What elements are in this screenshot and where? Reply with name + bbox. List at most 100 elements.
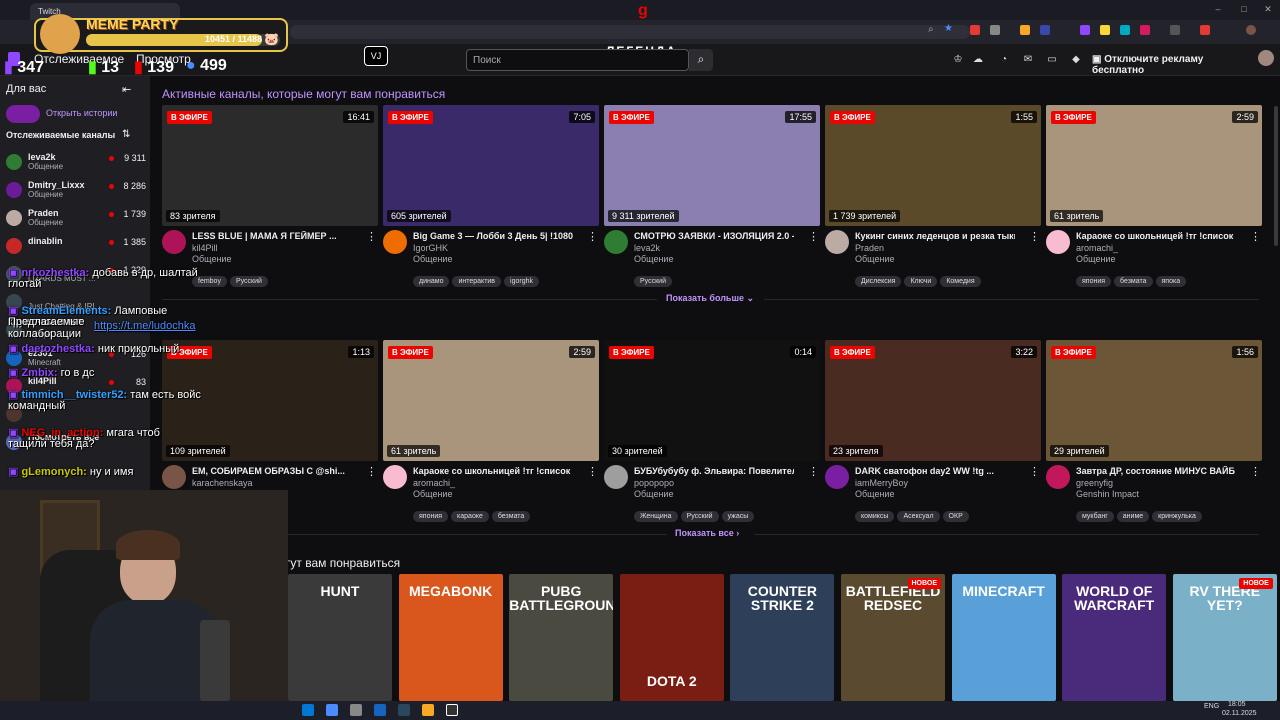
show-more-button[interactable]: Показать больше ⌄ [666, 293, 754, 304]
stream-card[interactable]: В ЭФИРЕ 1:56 29 зрителей Завтра ДР, состоян… [1046, 340, 1262, 525]
crown-icon[interactable]: ♔ [952, 54, 964, 66]
kebab-menu-icon[interactable]: ⋮ [587, 230, 598, 243]
channel-name[interactable]: kil4Pill [192, 243, 218, 253]
sidebar-channel[interactable]: dinablin 1 385 [6, 236, 146, 262]
channel-name[interactable]: leva2k [634, 243, 660, 253]
stream-thumbnail[interactable]: В ЭФИРЕ 0:14 30 зрителей [604, 340, 820, 461]
kebab-menu-icon[interactable]: ⋮ [808, 465, 819, 478]
stream-card[interactable]: В ЭФИРЕ 2:59 61 зритель Караоке со школьниц… [1046, 105, 1262, 290]
close-icon[interactable]: ✕ [1262, 4, 1274, 16]
stream-tag[interactable]: Комедия [940, 276, 981, 287]
taskbar-app-icon[interactable] [350, 704, 362, 716]
kebab-menu-icon[interactable]: ⋮ [366, 465, 377, 478]
channel-avatar[interactable] [383, 465, 407, 489]
stream-title[interactable]: Караоке со школьницей !тг !список [413, 466, 573, 476]
taskbar-app-icon[interactable] [446, 704, 458, 716]
category-card[interactable]: WORLD OF WARCRAFT [1062, 574, 1167, 701]
stream-thumbnail[interactable]: В ЭФИРЕ 7:05 605 зрителей [383, 105, 599, 226]
channel-name[interactable]: IgorGHK [413, 243, 448, 253]
search-input[interactable]: Поиск [466, 49, 689, 71]
chat-username[interactable]: gLemonych: [21, 466, 86, 478]
stream-card[interactable]: В ЭФИРЕ 16:41 83 зрителя LESS BLUE | МАМА Я… [162, 105, 378, 290]
extension-icon[interactable] [1120, 25, 1130, 35]
stream-card[interactable]: В ЭФИРЕ 2:59 61 зритель Караоке со школьниц… [383, 340, 599, 525]
channel-avatar[interactable] [825, 465, 849, 489]
stream-tag[interactable]: Русский [229, 276, 268, 287]
stream-card[interactable]: В ЭФИРЕ 17:55 9 311 зрителей СМОТРЮ ЗАЯВКИ … [604, 105, 820, 290]
whispers-icon[interactable]: ▭ [1046, 54, 1058, 66]
channel-avatar[interactable] [604, 465, 628, 489]
stream-tag[interactable]: безмата [1114, 276, 1153, 287]
stream-title[interactable]: ЕМ, СОБИРАЕМ ОБРАЗЫ С @shi... [192, 466, 352, 476]
stream-category[interactable]: Общение [634, 254, 673, 264]
stream-card[interactable]: В ЭФИРЕ 7:05 605 зрителей Big Game 3 — Лобб… [383, 105, 599, 290]
taskbar-app-icon[interactable] [422, 704, 434, 716]
sidebar-channel[interactable]: Praden Общение 1 739 [6, 208, 146, 234]
stream-category[interactable]: Общение [855, 254, 894, 264]
start-icon[interactable] [302, 704, 314, 716]
kebab-menu-icon[interactable]: ⋮ [1250, 230, 1261, 243]
category-card[interactable]: PUBG BATTLEGROUNDS [509, 574, 614, 701]
stream-tag[interactable]: комиксы [855, 511, 895, 522]
remove-ads-button[interactable]: ▣ Отключите рекламу бесплатно [1092, 51, 1252, 76]
channel-avatar[interactable] [162, 230, 186, 254]
stream-title[interactable]: БУБУбубубу ф. Эльвира: Повелитель... [634, 466, 794, 476]
extension-icon[interactable] [990, 25, 1000, 35]
stream-tag[interactable]: мукбанг [1076, 511, 1114, 522]
channel-name[interactable]: aromachi_ [1076, 243, 1118, 253]
stream-title[interactable]: Big Game 3 — Лобби 3 День 5| !1080 !... [413, 231, 573, 241]
show-all-button[interactable]: Показать все › [675, 528, 739, 538]
taskbar-app-icon[interactable] [374, 704, 386, 716]
stream-title[interactable]: Завтра ДР, состояние МИНУС ВАЙБ [1076, 466, 1236, 476]
stream-title[interactable]: Кукинг синих леденцов и резка тыкв... [855, 231, 1015, 241]
channel-avatar[interactable] [383, 230, 407, 254]
stream-title[interactable]: LESS BLUE | МАМА Я ГЕЙМЕР ... [192, 231, 352, 241]
stream-tag[interactable]: Дислексия [855, 276, 902, 287]
taskbar-app-icon[interactable] [398, 704, 410, 716]
channel-avatar[interactable] [604, 230, 628, 254]
stream-category[interactable]: Общение [634, 489, 673, 499]
extension-icon[interactable] [1020, 25, 1030, 35]
stream-thumbnail[interactable]: В ЭФИРЕ 17:55 9 311 зрителей [604, 105, 820, 226]
channel-name[interactable]: aromachi_ [413, 478, 455, 488]
search-icon[interactable]: ⌕ [689, 49, 713, 71]
page-scrollbar[interactable] [1274, 106, 1278, 246]
stream-card[interactable]: В ЭФИРЕ 3:22 23 зрителя DARK сватофон day2 … [825, 340, 1041, 525]
stream-category[interactable]: Общение [192, 254, 231, 264]
stream-tag[interactable]: Женщина [634, 511, 678, 522]
extension-icon[interactable] [1140, 25, 1150, 35]
stream-tag[interactable]: Ключи [904, 276, 938, 287]
bookmark-star-icon[interactable]: ★ [944, 23, 953, 34]
stream-tag[interactable]: япония [413, 511, 449, 522]
stream-category[interactable]: Общение [413, 254, 452, 264]
stream-category[interactable]: Общение [855, 489, 894, 499]
channel-name[interactable]: karachenskaya [192, 478, 253, 488]
category-card[interactable]: MINECRAFT [951, 574, 1056, 701]
stream-tag[interactable]: ужасы [721, 511, 755, 522]
chat-link[interactable]: https://t.me/ludochka [94, 320, 196, 332]
chat-username[interactable]: daetozhestka: [21, 343, 94, 355]
stream-thumbnail[interactable]: В ЭФИРЕ 1:56 29 зрителей [1046, 340, 1262, 461]
collapse-sidebar-icon[interactable]: ⇤ [122, 83, 131, 96]
stream-tag[interactable]: igorghk [504, 276, 539, 287]
stream-tag[interactable]: интерактив [452, 276, 502, 287]
kebab-menu-icon[interactable]: ⋮ [1029, 465, 1040, 478]
stream-tag[interactable]: япока [1155, 276, 1187, 287]
stream-thumbnail[interactable]: В ЭФИРЕ 3:22 23 зрителя [825, 340, 1041, 461]
stream-category[interactable]: Общение [413, 489, 452, 499]
stream-tag[interactable]: Асексуал [897, 511, 940, 522]
kebab-menu-icon[interactable]: ⋮ [1250, 465, 1261, 478]
stream-thumbnail[interactable]: В ЭФИРЕ 2:59 61 зритель [383, 340, 599, 461]
prime-icon[interactable]: ☁ [972, 54, 984, 66]
category-card[interactable]: BATTLEFIELD REDSEC НОВОЕ [841, 574, 945, 701]
profile-avatar[interactable] [1246, 25, 1256, 35]
channel-avatar[interactable] [1046, 230, 1070, 254]
stream-category[interactable]: Общение [1076, 254, 1115, 264]
stream-thumbnail[interactable]: В ЭФИРЕ 2:59 61 зритель [1046, 105, 1262, 226]
category-card[interactable]: RV THERE YET? НОВОЕ [1172, 574, 1277, 701]
extension-icon[interactable] [970, 25, 980, 35]
inbox-icon[interactable]: ✉ [1022, 54, 1034, 66]
address-bar[interactable] [290, 25, 970, 39]
extension-icon[interactable] [1100, 25, 1110, 35]
bits-icon[interactable]: ◆ [1070, 54, 1082, 66]
